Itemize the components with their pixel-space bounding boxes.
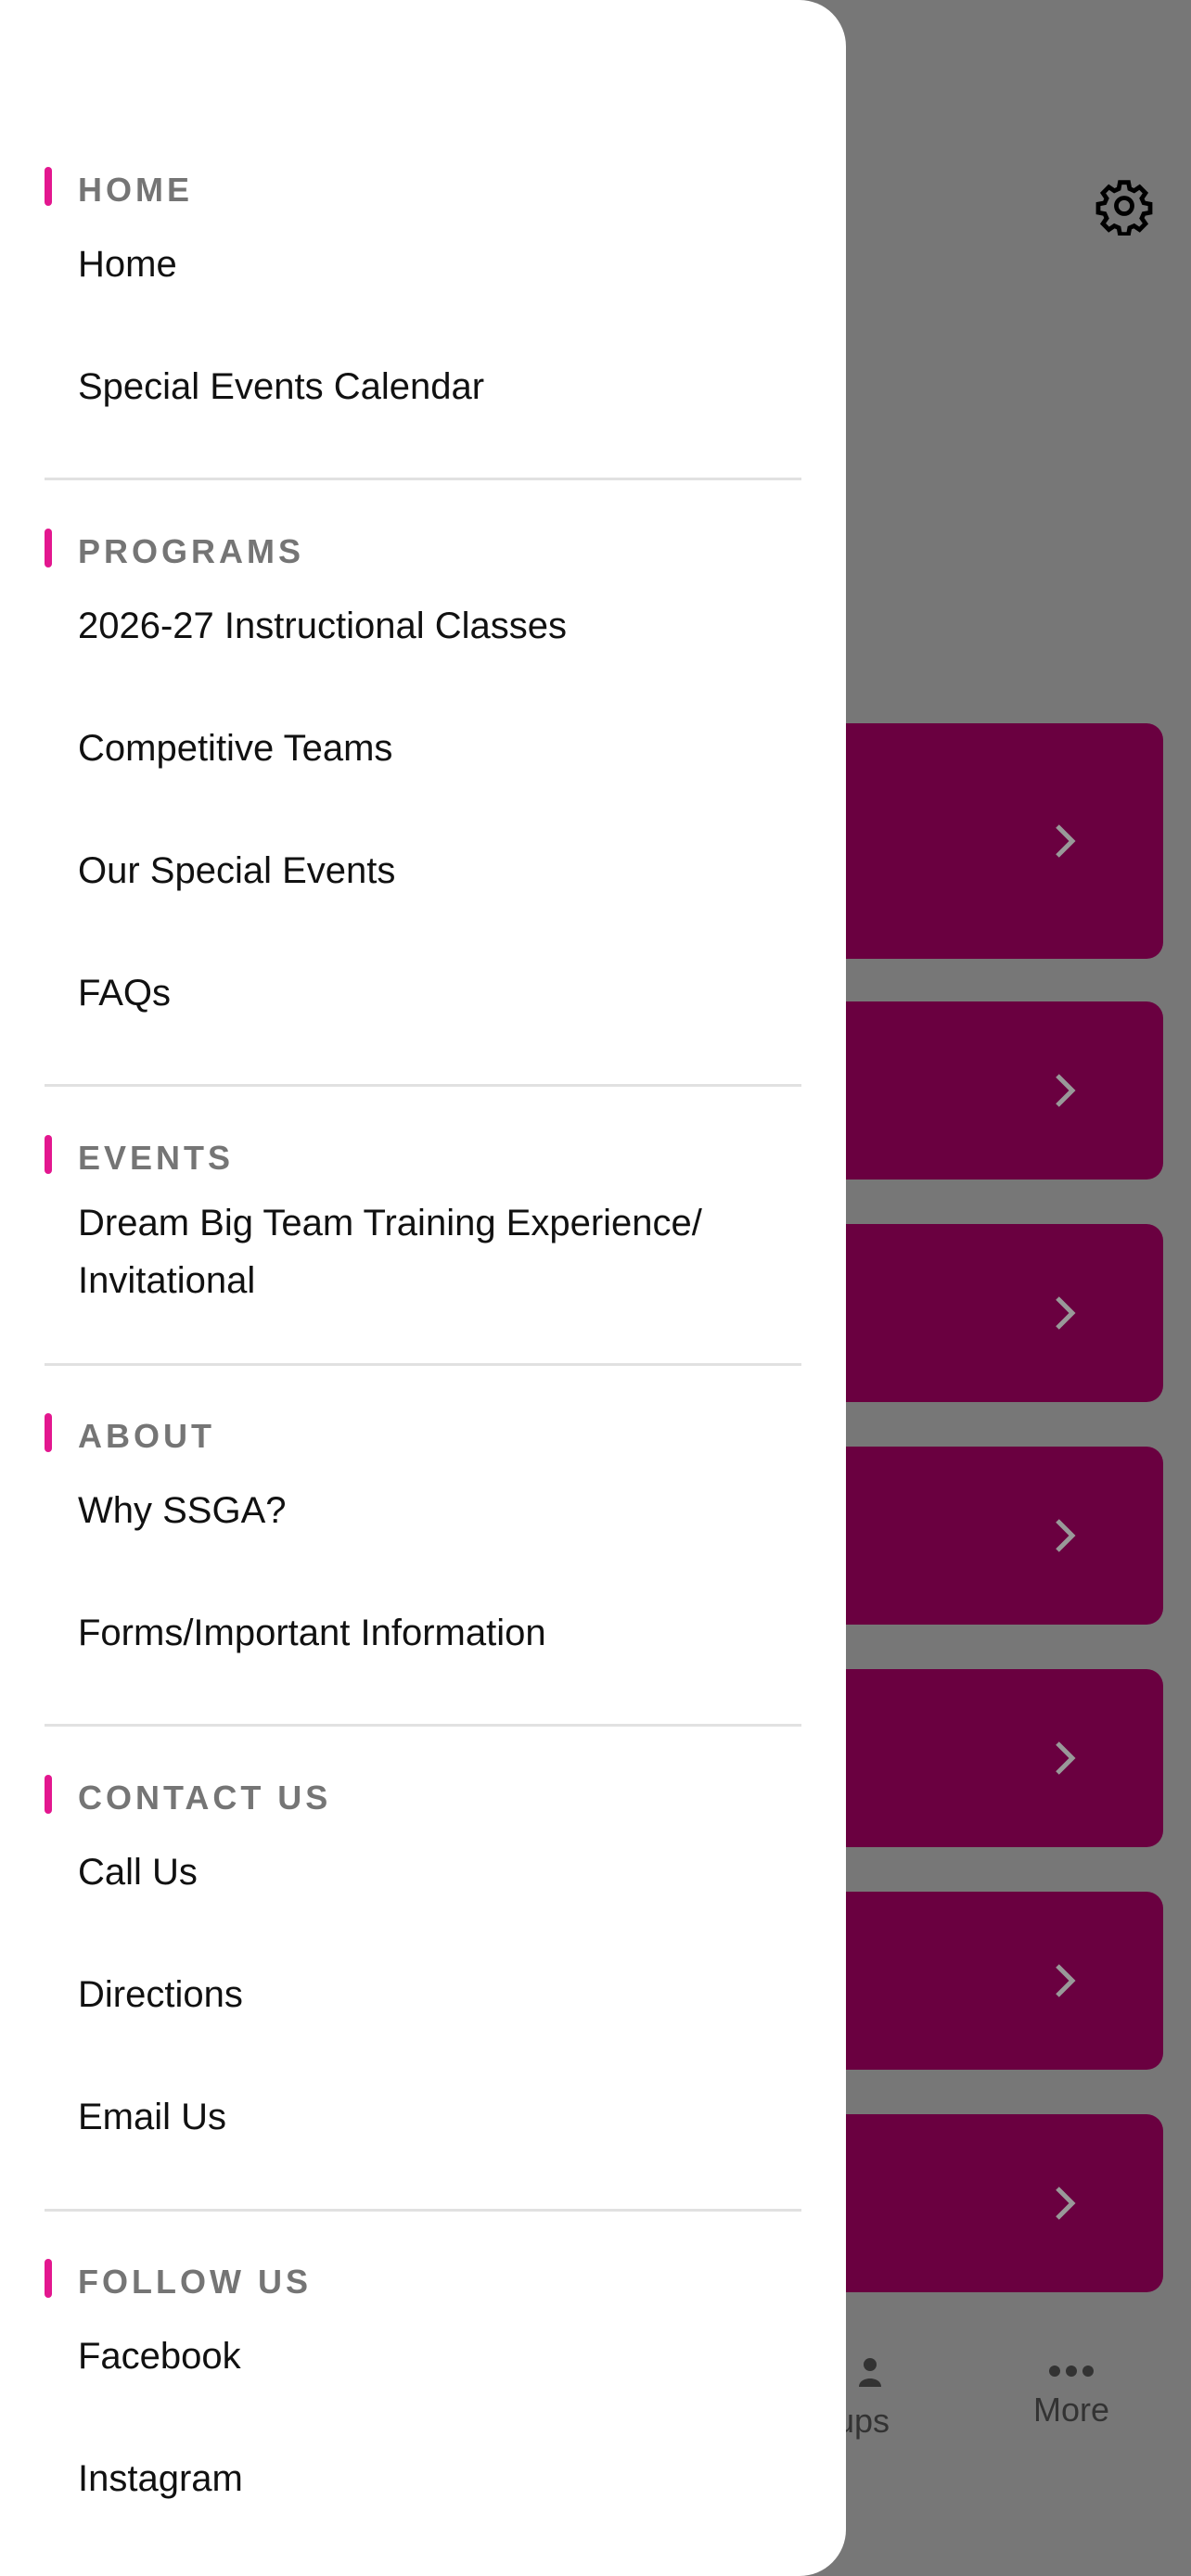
divider [45, 2209, 801, 2212]
section-title: EVENTS [78, 1139, 235, 1177]
menu-item-our-special-events[interactable]: Our Special Events [45, 833, 801, 955]
section-title: CONTACT US [78, 1779, 332, 1817]
section-accent-bar [45, 1775, 52, 1814]
chevron-right-icon [1056, 1519, 1076, 1552]
section-accent-bar [45, 1135, 52, 1174]
section-title: FOLLOW US [78, 2263, 312, 2301]
section-accent-bar [45, 1413, 52, 1452]
divider [45, 1724, 801, 1727]
chevron-right-icon [1056, 1964, 1076, 1997]
section-follow-us: FOLLOW US Facebook Instagram [45, 2259, 801, 2563]
menu-item-instructional-classes[interactable]: 2026-27 Instructional Classes [45, 588, 801, 710]
menu-item-instagram[interactable]: Instagram [45, 2441, 801, 2563]
menu-item-directions[interactable]: Directions [45, 1957, 801, 2079]
section-title: ABOUT [78, 1417, 215, 1455]
section-header: FOLLOW US [45, 2259, 801, 2301]
section-header: ABOUT [45, 1413, 801, 1455]
section-title: PROGRAMS [78, 532, 305, 570]
menu-item-special-events-calendar[interactable]: Special Events Calendar [45, 349, 801, 471]
section-events: EVENTS Dream Big Team Training Experienc… [45, 1135, 801, 1333]
section-accent-bar [45, 167, 52, 206]
more-dots-icon [1049, 2366, 1094, 2377]
section-accent-bar [45, 2259, 52, 2298]
groups-icon [859, 2358, 881, 2387]
navigation-drawer: HOME Home Special Events Calendar PROGRA… [0, 0, 846, 2576]
section-programs: PROGRAMS 2026-27 Instructional Classes C… [45, 529, 801, 1078]
menu-item-faqs[interactable]: FAQs [45, 955, 801, 1078]
chevron-right-icon [1056, 1074, 1076, 1107]
section-about: ABOUT Why SSGA? Forms/Important Informat… [45, 1413, 801, 1717]
chevron-right-icon [1056, 824, 1076, 858]
menu-item-facebook[interactable]: Facebook [45, 2318, 801, 2441]
chevron-right-icon [1056, 1296, 1076, 1330]
section-title: HOME [78, 171, 193, 209]
divider [45, 1363, 801, 1366]
menu-item-home[interactable]: Home [45, 226, 801, 349]
divider [45, 478, 801, 480]
section-header: PROGRAMS [45, 529, 801, 570]
section-home: HOME Home Special Events Calendar [45, 167, 801, 471]
bottom-nav-more-label: More [1032, 2391, 1110, 2429]
menu-item-forms[interactable]: Forms/Important Information [45, 1595, 801, 1717]
chevron-right-icon [1056, 1741, 1076, 1775]
section-header: CONTACT US [45, 1775, 801, 1817]
menu-item-dream-big[interactable]: Dream Big Team Training Experience/ Invi… [45, 1194, 749, 1333]
chevron-right-icon [1056, 2187, 1076, 2220]
gear-icon[interactable] [1095, 176, 1154, 236]
menu-item-email-us[interactable]: Email Us [45, 2079, 801, 2201]
section-header: EVENTS [45, 1135, 801, 1177]
menu-item-call-us[interactable]: Call Us [45, 1834, 801, 1957]
menu-item-competitive-teams[interactable]: Competitive Teams [45, 710, 801, 833]
section-header: HOME [45, 167, 801, 209]
menu-item-why-ssga[interactable]: Why SSGA? [45, 1473, 801, 1595]
section-contact-us: CONTACT US Call Us Directions Email Us [45, 1775, 801, 2201]
divider [45, 1084, 801, 1087]
section-accent-bar [45, 529, 52, 567]
bottom-nav-more[interactable]: More [1020, 2365, 1122, 2429]
